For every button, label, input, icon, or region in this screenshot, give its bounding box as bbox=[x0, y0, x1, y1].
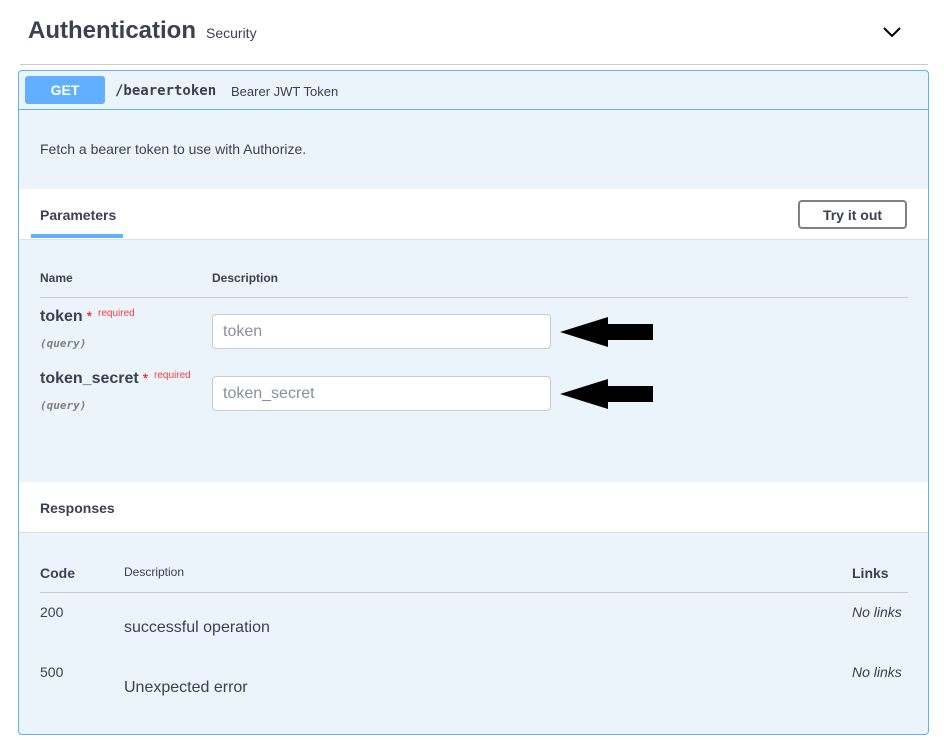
tag-subtitle: Security bbox=[206, 25, 257, 41]
resp-table-divider bbox=[40, 592, 908, 593]
token-secret-input[interactable] bbox=[212, 376, 551, 411]
required-label: required bbox=[98, 308, 135, 319]
param-name: token * bbox=[40, 308, 92, 326]
response-description: Unexpected error bbox=[124, 679, 248, 696]
resp-col-code: Code bbox=[40, 565, 75, 581]
operation-description: Fetch a bearer token to use with Authori… bbox=[40, 141, 307, 157]
required-star: * bbox=[142, 370, 149, 386]
operation-summary: Bearer JWT Token bbox=[231, 84, 339, 99]
param-col-description: Description bbox=[212, 271, 279, 285]
param-name-text: token_secret bbox=[40, 370, 139, 387]
param-name-text: token bbox=[40, 308, 83, 325]
tab-parameters[interactable]: Parameters bbox=[40, 207, 116, 223]
try-it-out-button[interactable]: Try it out bbox=[798, 200, 907, 229]
responses-title: Responses bbox=[40, 500, 115, 516]
tag-header[interactable]: Authentication Security bbox=[20, 0, 928, 65]
opblock-summary[interactable]: GET /bearertoken Bearer JWT Token bbox=[19, 71, 928, 110]
responses-header: Responses bbox=[19, 482, 928, 533]
parameters-header: Parameters Try it out bbox=[19, 189, 928, 240]
operation-path: /bearertoken bbox=[115, 83, 217, 99]
response-links: No links bbox=[852, 664, 902, 680]
param-name: token_secret * bbox=[40, 370, 148, 388]
response-code: 200 bbox=[40, 604, 64, 620]
param-location: (query) bbox=[40, 399, 87, 412]
tab-active-indicator bbox=[31, 234, 123, 238]
required-star: * bbox=[86, 308, 93, 324]
token-input[interactable] bbox=[212, 314, 551, 349]
resp-col-links: Links bbox=[852, 565, 889, 581]
response-links: No links bbox=[852, 604, 902, 620]
required-label: required bbox=[154, 370, 191, 381]
method-badge: GET bbox=[25, 76, 105, 104]
arrow-left-icon bbox=[560, 379, 653, 409]
opblock-get-bearertoken: GET /bearertoken Bearer JWT Token Fetch … bbox=[18, 70, 929, 735]
response-code: 500 bbox=[40, 664, 64, 680]
param-table-divider bbox=[40, 297, 908, 298]
chevron-down-icon[interactable] bbox=[882, 22, 902, 42]
response-description: successful operation bbox=[124, 619, 270, 636]
param-col-name: Name bbox=[40, 271, 73, 285]
param-location: (query) bbox=[40, 337, 87, 350]
tag-title[interactable]: Authentication bbox=[28, 17, 196, 45]
resp-col-description: Description bbox=[124, 565, 185, 579]
arrow-left-icon bbox=[560, 317, 653, 347]
